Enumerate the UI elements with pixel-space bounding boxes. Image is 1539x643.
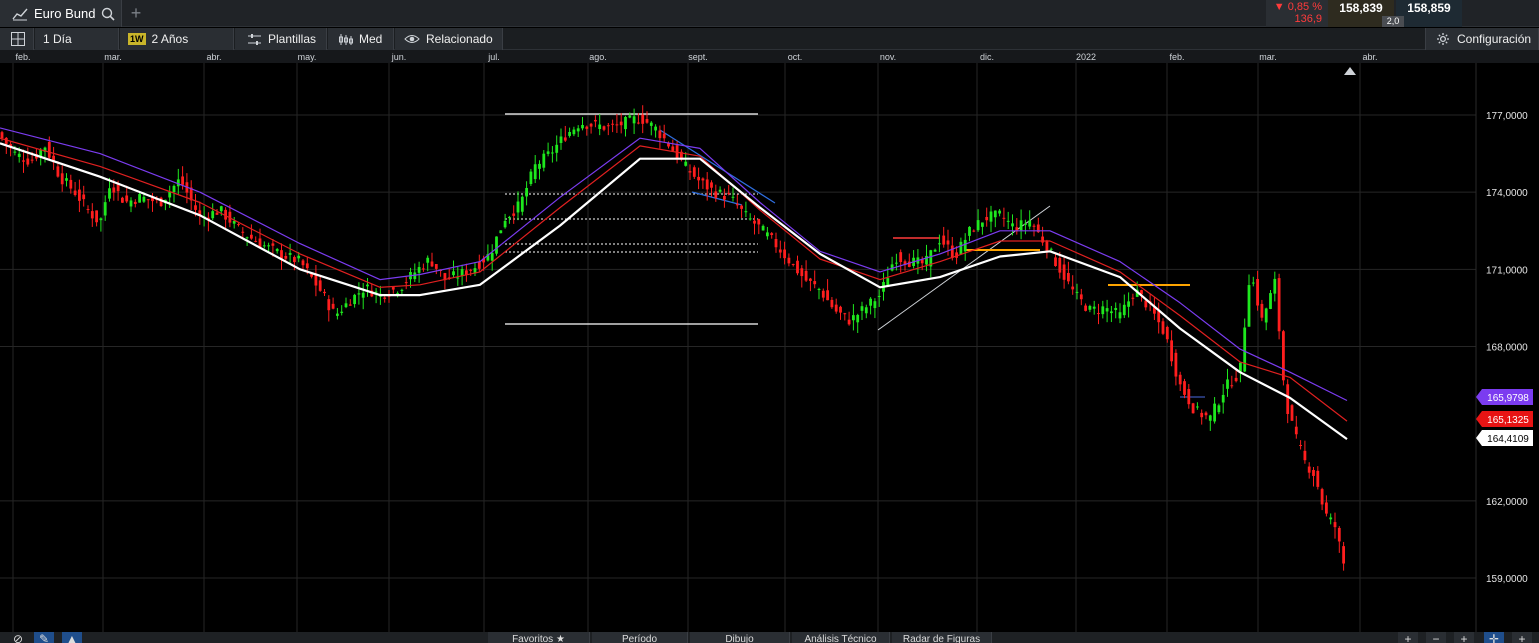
- bottom-toolbar: ⊘ ✎ ▲ Favoritos ★ Período Dibujo Análisi…: [0, 632, 1539, 643]
- spread-badge: 2,0: [1382, 16, 1404, 27]
- price-tick-label: 174,0000: [1486, 188, 1528, 199]
- layout-button[interactable]: [0, 28, 34, 50]
- settings-label: Configuración: [1457, 32, 1532, 46]
- tech-analysis-label: Análisis Técnico: [804, 634, 877, 643]
- range-label: 2 Años: [151, 32, 189, 46]
- month-label: mar.: [1259, 52, 1277, 62]
- month-label: ago.: [589, 52, 607, 62]
- period-tab[interactable]: Período: [592, 632, 688, 643]
- quote-panel: ▼ 0,85 % 136,9 158,839 158,859: [1266, 0, 1462, 27]
- candle: [1191, 402, 1195, 414]
- ma-white-value-flag: 164,4109: [1476, 430, 1533, 446]
- ma-red-value: 165,1325: [1487, 415, 1529, 426]
- top-tab-bar: Euro Bund + ▼ 0,85 % 136,9 158,839 158,8…: [0, 0, 1539, 27]
- add-icon[interactable]: +: [1454, 632, 1474, 643]
- zoom-in-icon[interactable]: +: [1398, 632, 1418, 643]
- month-label: 2022: [1076, 52, 1096, 62]
- tech-analysis-tab[interactable]: Análisis Técnico: [792, 632, 890, 643]
- time-axis: feb. mar. abr. may. jun. jul. ago. sept. oct. nov…: [15, 52, 1377, 62]
- templates-label: Plantillas: [268, 32, 317, 46]
- candle: [1282, 329, 1285, 386]
- candle: [499, 230, 503, 234]
- range-select[interactable]: 1W 2 Años: [120, 28, 234, 50]
- gear-icon: [1437, 33, 1449, 45]
- month-label: mar.: [104, 52, 122, 62]
- instrument-tab[interactable]: Euro Bund: [0, 0, 122, 27]
- search-icon[interactable]: [101, 7, 116, 21]
- chart-toolbar: 1 Día 1W 2 Años Plantillas Med Relaciona…: [0, 28, 1539, 50]
- time-axis-bar: [0, 50, 1539, 63]
- drawing-tab[interactable]: Dibujo: [690, 632, 790, 643]
- crosshair-icon[interactable]: ✛: [1484, 632, 1504, 643]
- change-points: 136,9: [1294, 13, 1322, 25]
- candle: [1277, 273, 1281, 340]
- price-chart[interactable]: feb. mar. abr. may. jun. jul. ago. sept. oct. nov…: [0, 50, 1539, 632]
- interval-label: 1 Día: [43, 32, 72, 46]
- month-label: abr.: [206, 52, 221, 62]
- buy-price: 158,859: [1407, 1, 1451, 15]
- price-tick-label: 162,0000: [1486, 497, 1528, 508]
- ma-purple-value: 165,9798: [1487, 393, 1529, 404]
- ma-purple-value-flag: 165,9798: [1476, 389, 1533, 405]
- change-percent: ▼ 0,85 %: [1273, 1, 1322, 13]
- month-label: feb.: [15, 52, 30, 62]
- related-label: Relacionado: [426, 32, 493, 46]
- ma-red-value-flag: 165,1325: [1476, 411, 1533, 427]
- settings-button[interactable]: Configuración: [1425, 28, 1539, 50]
- templates-button[interactable]: Plantillas: [235, 28, 327, 50]
- month-label: abr.: [1362, 52, 1377, 62]
- pencil-icon[interactable]: ✎: [34, 632, 54, 643]
- candles-icon: [339, 33, 353, 45]
- daily-change: ▼ 0,85 % 136,9: [1266, 0, 1328, 27]
- candle: [495, 236, 498, 256]
- collapse-panel-icon[interactable]: ⊘: [8, 632, 28, 643]
- price-tick-label: 177,0000: [1486, 111, 1528, 122]
- month-label: jul.: [487, 52, 500, 62]
- interval-select[interactable]: 1 Día: [35, 28, 119, 50]
- chart-line-icon: [12, 8, 28, 20]
- month-label: oct.: [788, 52, 803, 62]
- favorites-tab[interactable]: Favoritos ★: [488, 632, 590, 643]
- instrument-title: Euro Bund: [34, 6, 96, 21]
- plus-icon[interactable]: +: [1512, 632, 1532, 643]
- drawing-label: Dibujo: [725, 634, 754, 643]
- month-label: jun.: [391, 52, 407, 62]
- week-badge: 1W: [128, 33, 146, 45]
- add-tab-icon[interactable]: +: [128, 4, 144, 22]
- zoom-out-icon[interactable]: −: [1426, 632, 1446, 643]
- month-label: dic.: [980, 52, 994, 62]
- pattern-radar-tab[interactable]: Radar de Figuras: [892, 632, 992, 643]
- related-button[interactable]: Relacionado: [395, 28, 503, 50]
- price-tick-label: 159,0000: [1486, 574, 1528, 585]
- price-tick-label: 171,0000: [1486, 265, 1528, 276]
- buy-price-button[interactable]: 158,859: [1396, 0, 1462, 27]
- favorites-label: Favoritos: [512, 634, 554, 643]
- month-label: may.: [298, 52, 317, 62]
- price-type-button[interactable]: Med: [328, 28, 394, 50]
- month-label: feb.: [1169, 52, 1184, 62]
- price-tick-label: 168,0000: [1486, 343, 1528, 354]
- month-label: sept.: [688, 52, 708, 62]
- last-value-flags: 165,9798 165,1325 164,4109: [1476, 389, 1533, 446]
- grid-layout-icon: [11, 32, 25, 46]
- sliders-icon: [248, 33, 261, 45]
- ma-white-value: 164,4109: [1487, 434, 1529, 445]
- candle: [1290, 404, 1294, 422]
- sell-price: 158,839: [1339, 1, 1383, 15]
- month-label: nov.: [880, 52, 896, 62]
- arrow-up-icon[interactable]: ▲: [62, 632, 82, 643]
- pattern-radar-label: Radar de Figuras: [902, 634, 981, 643]
- price-type-label: Med: [359, 32, 383, 46]
- period-label: Período: [621, 634, 658, 643]
- eye-icon: [404, 35, 420, 43]
